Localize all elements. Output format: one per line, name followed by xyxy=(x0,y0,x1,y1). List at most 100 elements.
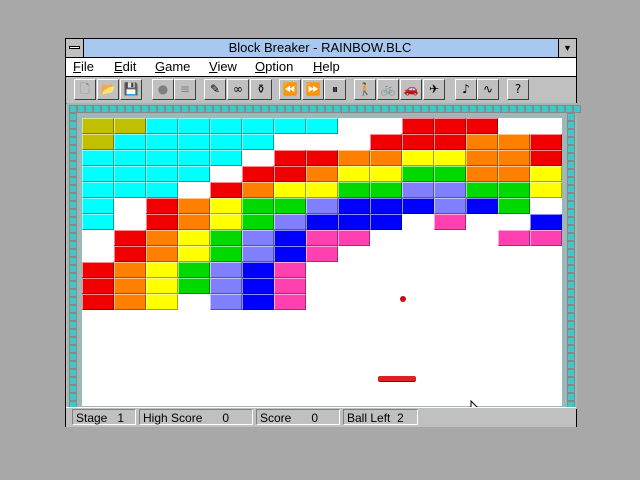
wall-tile xyxy=(165,105,173,113)
brick xyxy=(530,166,562,182)
wall-tile xyxy=(567,225,575,233)
brick xyxy=(178,262,210,278)
game-arena[interactable] xyxy=(82,118,562,421)
brick xyxy=(242,166,274,182)
context-help-button[interactable]: ? xyxy=(507,79,529,100)
stage-panel: Stage 1 xyxy=(72,409,136,425)
menu-game[interactable]: Game xyxy=(155,58,190,76)
new-button[interactable]: 🗋 xyxy=(74,79,96,100)
brick xyxy=(370,182,402,198)
menu-option[interactable]: Option xyxy=(255,58,293,76)
wall-tile xyxy=(69,385,77,393)
list-button[interactable]: ≡ xyxy=(174,79,196,100)
brick xyxy=(466,118,498,134)
wall-tile xyxy=(69,377,77,385)
rewind-button[interactable]: ⏪ xyxy=(279,79,301,100)
wall-tile xyxy=(567,137,575,145)
wall-tile xyxy=(69,169,77,177)
score-panel: Score 0 xyxy=(256,409,340,425)
wall-tile xyxy=(69,361,77,369)
wall-tile xyxy=(509,105,517,113)
wall-tile xyxy=(69,241,77,249)
fast-forward-button[interactable]: ⏩ xyxy=(302,79,324,100)
brick xyxy=(498,150,530,166)
brick xyxy=(466,134,498,150)
brick xyxy=(306,198,338,214)
brick xyxy=(530,230,562,246)
wall-tile xyxy=(567,393,575,401)
brick xyxy=(210,278,242,294)
system-menu-button[interactable] xyxy=(66,39,84,57)
wall-tile xyxy=(213,105,221,113)
maximize-button[interactable]: ▼ xyxy=(558,39,576,57)
wall-tile xyxy=(197,105,205,113)
wall-tile xyxy=(69,177,77,185)
paddle[interactable] xyxy=(378,376,416,382)
brick xyxy=(178,214,210,230)
wall-tile xyxy=(325,105,333,113)
wave-button[interactable]: ∿ xyxy=(477,79,499,100)
brick xyxy=(178,166,210,182)
music-note-button[interactable]: ♪ xyxy=(455,79,477,100)
bottle-button[interactable]: ⚱ xyxy=(250,79,272,100)
save-button[interactable]: 💾 xyxy=(120,79,142,100)
brick xyxy=(466,150,498,166)
high-score-panel: High Score 0 xyxy=(139,409,253,425)
brick xyxy=(498,198,530,214)
plane-icon: ✈ xyxy=(428,82,440,96)
title-bar[interactable]: Block Breaker - RAINBOW.BLC ▼ xyxy=(66,39,576,58)
wall-tile xyxy=(173,105,181,113)
brick xyxy=(498,182,530,198)
brick xyxy=(434,118,466,134)
binoculars-button[interactable]: ∞ xyxy=(227,79,249,100)
wall-tile xyxy=(533,105,541,113)
car-button[interactable]: 🚗 xyxy=(400,79,422,100)
draw-button[interactable]: ✎ xyxy=(204,79,226,100)
brick xyxy=(242,294,274,310)
wall-tile xyxy=(149,105,157,113)
wall-tile xyxy=(565,105,573,113)
brick xyxy=(146,230,178,246)
menu-file[interactable]: File xyxy=(73,58,94,76)
wall-tile xyxy=(567,257,575,265)
wall-tile xyxy=(69,105,77,113)
wall-tile xyxy=(567,153,575,161)
wall-tile xyxy=(93,105,101,113)
brick xyxy=(210,246,242,262)
pause-button[interactable]: ⏸ xyxy=(324,79,346,100)
high-score-label: High Score xyxy=(143,411,203,425)
walk-button[interactable]: 🚶 xyxy=(354,79,376,100)
open-button[interactable]: 📂 xyxy=(97,79,119,100)
wall-tile xyxy=(125,105,133,113)
wall-tile xyxy=(567,321,575,329)
menu-edit[interactable]: Edit xyxy=(114,58,136,76)
brick xyxy=(178,278,210,294)
wall-tile xyxy=(517,105,525,113)
brick xyxy=(274,294,306,310)
wall-tile xyxy=(69,273,77,281)
wall-tile xyxy=(421,105,429,113)
brick xyxy=(242,262,274,278)
wall-tile xyxy=(437,105,445,113)
brick xyxy=(82,214,114,230)
plane-button[interactable]: ✈ xyxy=(423,79,445,100)
bicycle-button[interactable]: 🚲 xyxy=(377,79,399,100)
brick xyxy=(338,182,370,198)
brick xyxy=(402,134,434,150)
brick xyxy=(178,198,210,214)
draw-icon: ✎ xyxy=(209,82,221,96)
record-button[interactable]: ● xyxy=(152,79,174,100)
brick xyxy=(306,246,338,262)
rewind-icon: ⏪ xyxy=(282,82,298,96)
bicycle-icon: 🚲 xyxy=(380,82,396,96)
brick xyxy=(338,166,370,182)
wall-tile xyxy=(293,105,301,113)
brick xyxy=(146,166,178,182)
wall-tile xyxy=(69,297,77,305)
menu-view[interactable]: View xyxy=(209,58,237,76)
wall-tile xyxy=(573,105,581,113)
toolbar: 🗋 📂 💾 ● ≡ ✎ ∞ ⚱ ⏪ ⏩ ⏸ 🚶 🚲 🚗 ✈ ♪ ∿? xyxy=(66,77,576,104)
brick xyxy=(178,134,210,150)
menu-help[interactable]: Help xyxy=(313,58,340,76)
wall-tile xyxy=(567,361,575,369)
